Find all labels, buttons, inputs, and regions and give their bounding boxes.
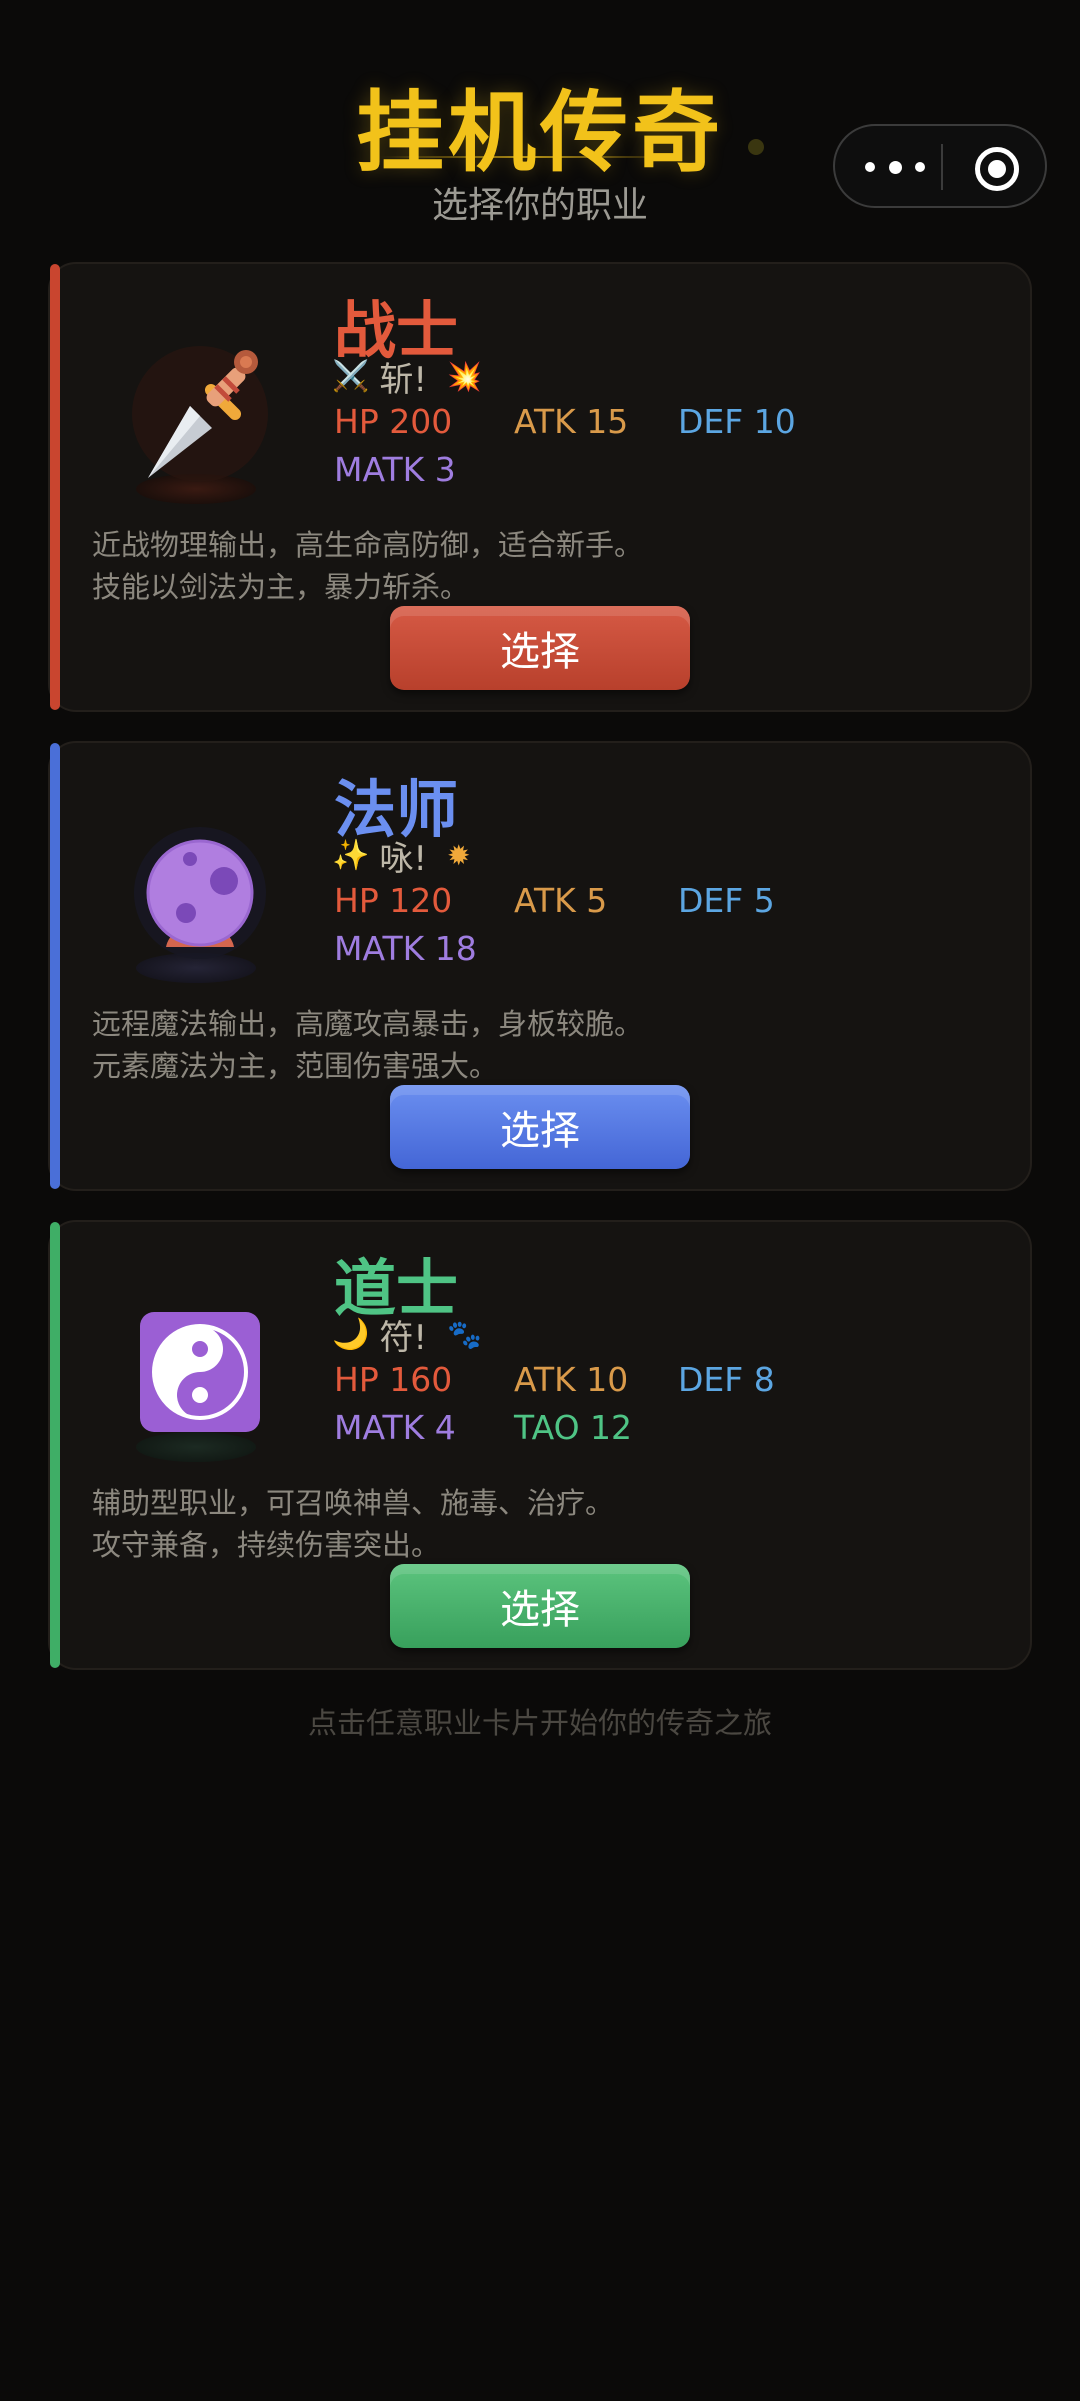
desc-line-1: 辅助型职业，可召唤神兽、施毒、治疗。 bbox=[92, 1486, 615, 1520]
yin-yang-icon bbox=[130, 1294, 270, 1454]
dagger-icon bbox=[130, 336, 270, 496]
action-text: 咏! bbox=[379, 839, 427, 879]
select-taoist-button[interactable]: 选择 bbox=[390, 1564, 690, 1648]
desc-line-2: 元素魔法为主，范围伤害强大。 bbox=[92, 1049, 499, 1083]
class-action: ✨ 咏! ✹ bbox=[332, 831, 470, 880]
class-card-taoist[interactable]: 道士 🌙 符! 🐾 HP 160 ATK 10 DEF 8 MATK 4 TAO… bbox=[48, 1220, 1032, 1670]
stat-matk: MATK 4 bbox=[334, 1408, 456, 1447]
class-description: 辅助型职业，可召唤神兽、施毒、治疗。 攻守兼备，持续伤害突出。 bbox=[92, 1482, 614, 1566]
burst-icon: ✹ bbox=[447, 839, 471, 872]
stat-hp: HP 200 bbox=[334, 402, 453, 441]
collision-icon: 💥 bbox=[447, 360, 482, 393]
stat-hp: HP 120 bbox=[334, 881, 453, 920]
stat-matk: MATK 18 bbox=[334, 929, 477, 968]
select-warrior-button[interactable]: 选择 bbox=[390, 606, 690, 690]
class-card-warrior[interactable]: 战士 ⚔️ 斩! 💥 HP 200 ATK 15 DEF 10 MATK 3 近… bbox=[48, 262, 1032, 712]
stat-def: DEF 10 bbox=[678, 402, 796, 441]
stat-def: DEF 5 bbox=[678, 881, 775, 920]
decor-dot bbox=[748, 139, 764, 155]
select-mage-button[interactable]: 选择 bbox=[390, 1085, 690, 1169]
stat-atk: ATK 15 bbox=[514, 402, 629, 441]
sparkles-icon: ✨ bbox=[332, 838, 370, 873]
action-text: 斩! bbox=[379, 360, 427, 400]
stat-atk: ATK 5 bbox=[514, 881, 608, 920]
stat-atk: ATK 10 bbox=[514, 1360, 629, 1399]
desc-line-2: 技能以剑法为主，暴力斩杀。 bbox=[92, 570, 470, 604]
paw-prints-icon: 🐾 bbox=[447, 1318, 482, 1351]
card-accent-stripe bbox=[50, 743, 60, 1189]
moon-icon: 🌙 bbox=[332, 1317, 370, 1352]
desc-line-1: 远程魔法输出，高魔攻高暴击，身板较脆。 bbox=[92, 1007, 644, 1041]
target-circle-icon[interactable] bbox=[975, 147, 1019, 191]
footer-hint: 点击任意职业卡片开始你的传奇之旅 bbox=[307, 1706, 772, 1740]
stat-matk: MATK 3 bbox=[334, 450, 456, 489]
class-description: 远程魔法输出，高魔攻高暴击，身板较脆。 元素魔法为主，范围伤害强大。 bbox=[92, 1003, 643, 1087]
card-accent-stripe bbox=[50, 264, 60, 710]
header: 挂机传奇 选择你的职业 bbox=[0, 0, 1080, 240]
mini-program-capsule bbox=[833, 124, 1047, 208]
capsule-divider bbox=[941, 144, 943, 190]
stat-def: DEF 8 bbox=[678, 1360, 775, 1399]
more-dots-icon[interactable] bbox=[865, 154, 925, 180]
action-text: 符! bbox=[379, 1318, 427, 1358]
stat-tao: TAO 12 bbox=[514, 1408, 633, 1447]
title-underline bbox=[380, 156, 680, 158]
crystal-ball-icon bbox=[130, 815, 270, 975]
class-action: 🌙 符! 🐾 bbox=[332, 1310, 482, 1359]
stat-hp: HP 160 bbox=[334, 1360, 453, 1399]
desc-line-2: 攻守兼备，持续伤害突出。 bbox=[92, 1528, 441, 1562]
class-action: ⚔️ 斩! 💥 bbox=[332, 352, 482, 401]
class-card-mage[interactable]: 法师 ✨ 咏! ✹ HP 120 ATK 5 DEF 5 MATK 18 远程魔… bbox=[48, 741, 1032, 1191]
card-accent-stripe bbox=[50, 1222, 60, 1668]
desc-line-1: 近战物理输出，高生命高防御，适合新手。 bbox=[92, 528, 644, 562]
crossed-swords-icon: ⚔️ bbox=[332, 359, 370, 394]
class-description: 近战物理输出，高生命高防御，适合新手。 技能以剑法为主，暴力斩杀。 bbox=[92, 524, 643, 608]
